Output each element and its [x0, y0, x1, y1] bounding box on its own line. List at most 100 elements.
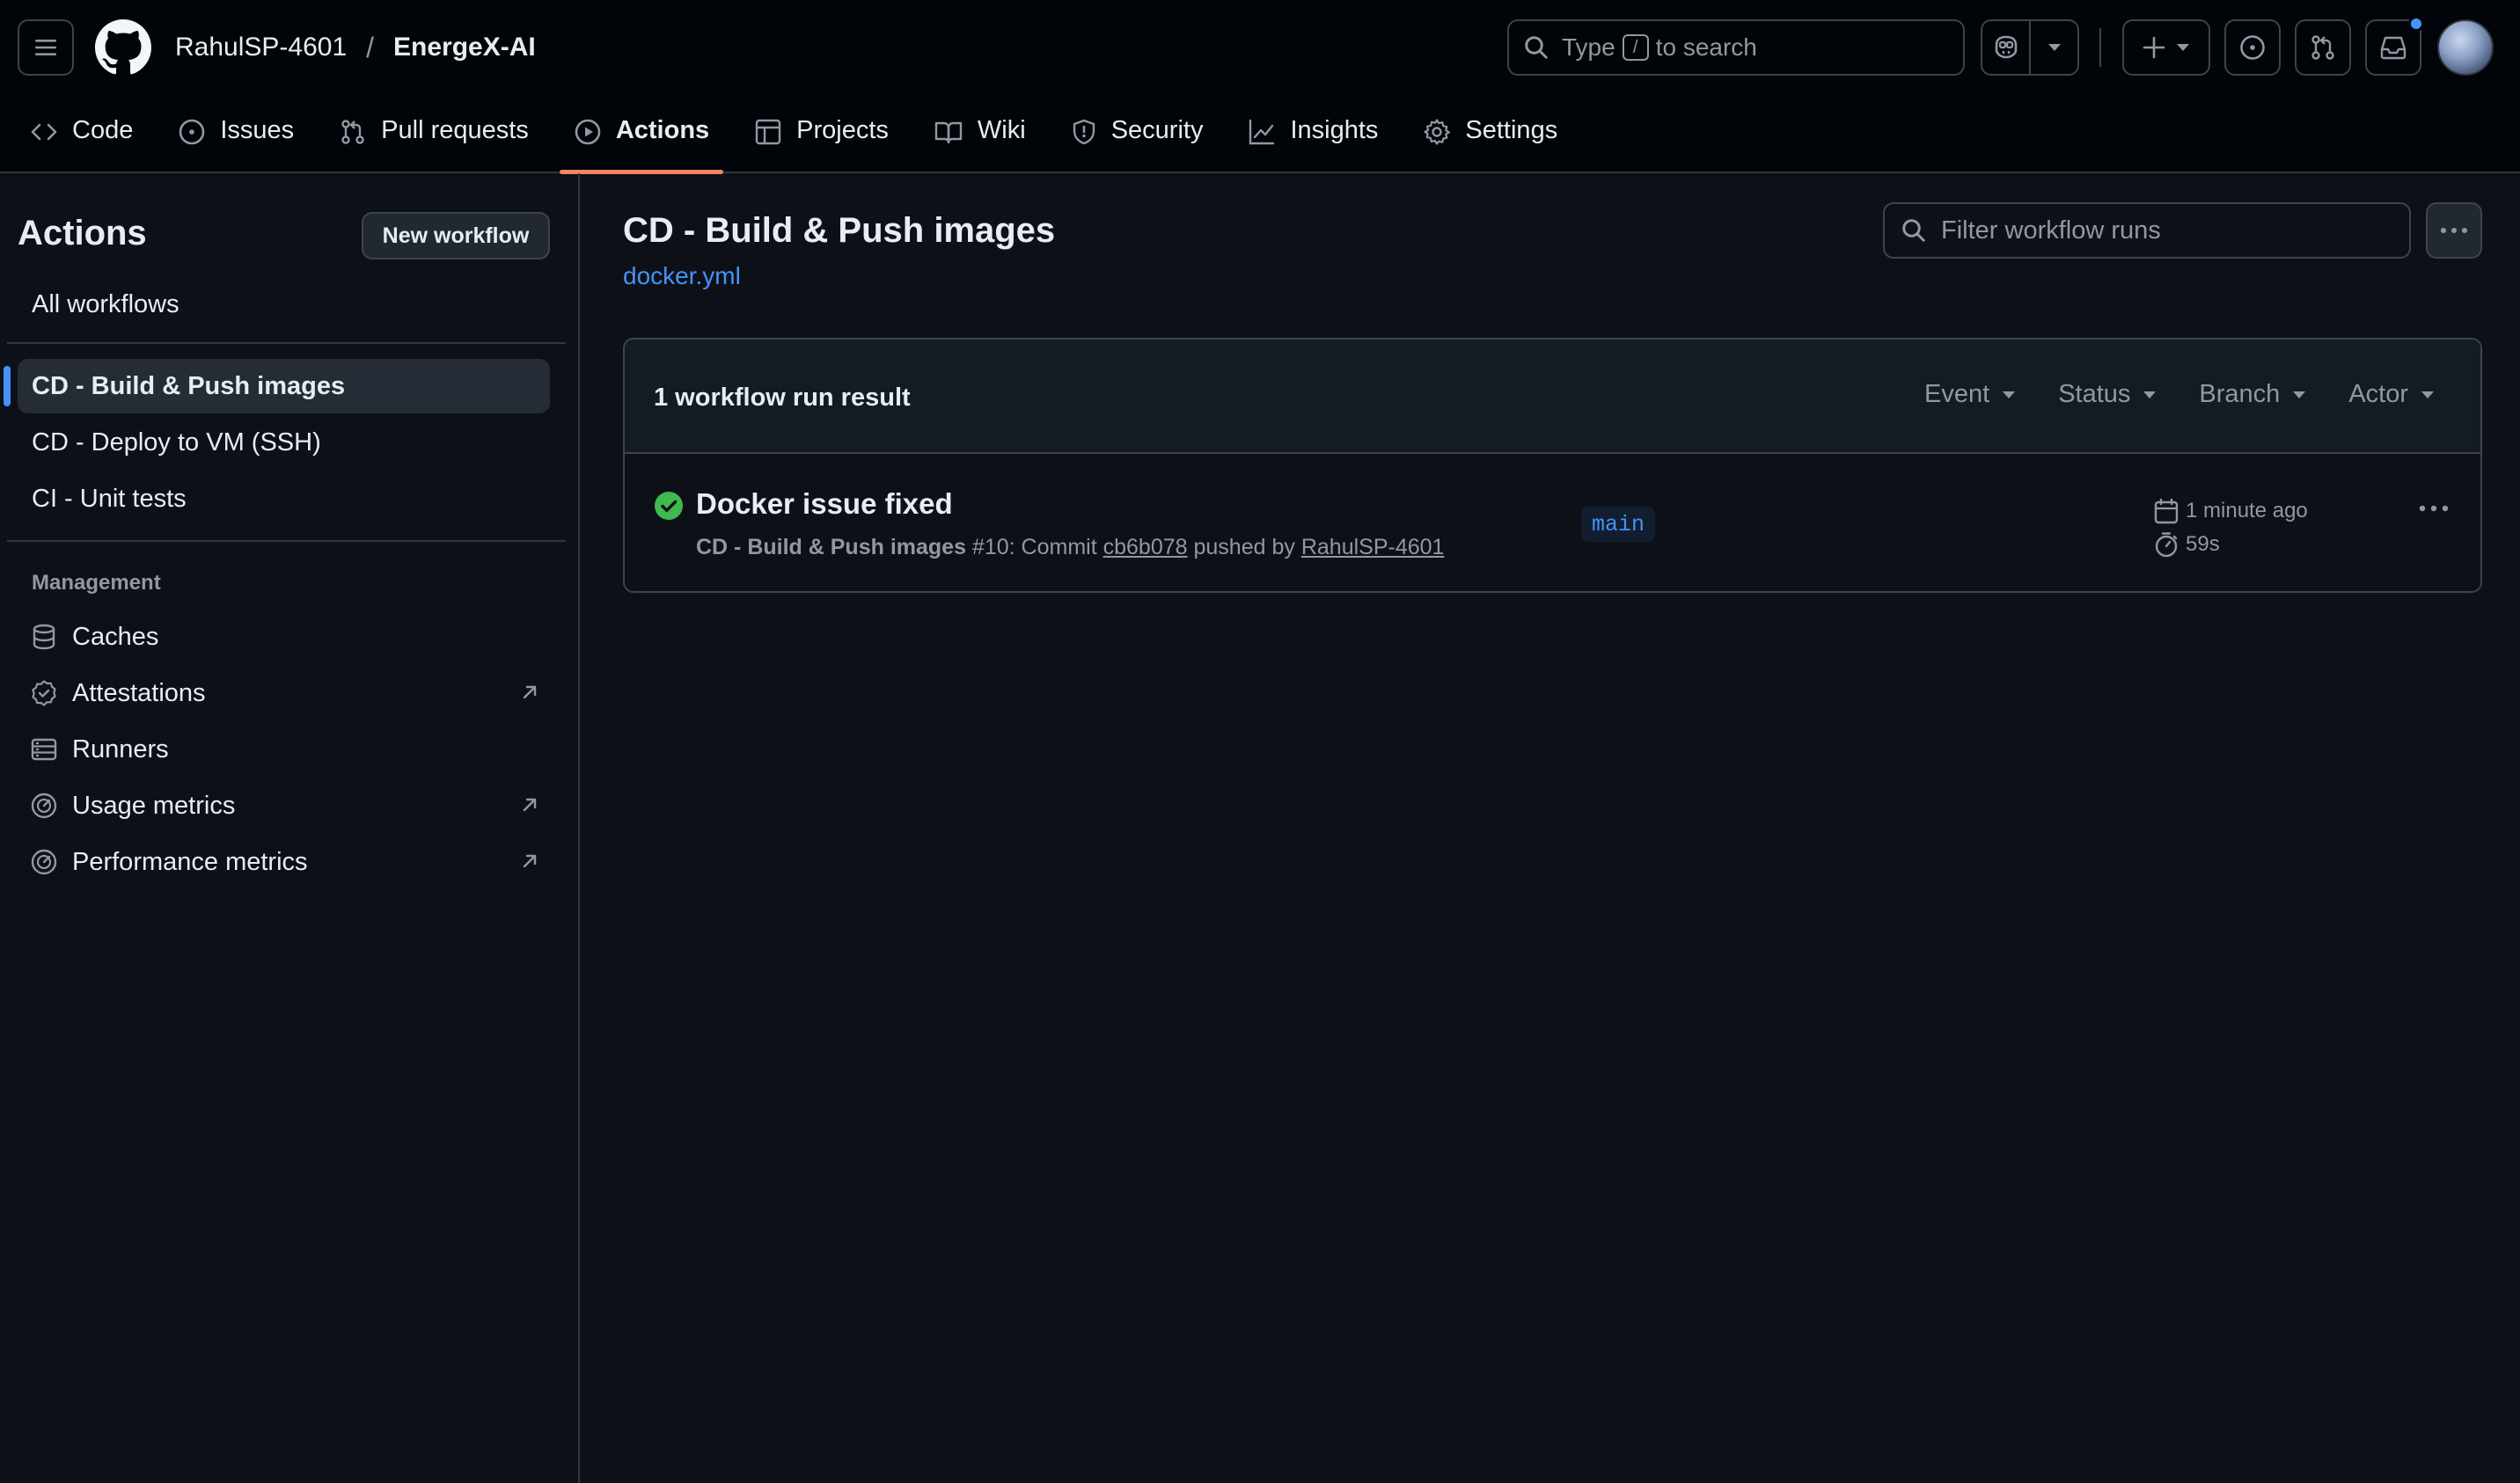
runs-filters: Event Status Branch Actor	[1924, 380, 2435, 409]
tab-settings[interactable]: Settings	[1409, 106, 1571, 173]
search-icon	[1902, 219, 1925, 242]
sidebar-item-attestations[interactable]: Attestations	[18, 667, 550, 720]
triangle-down-icon	[2143, 391, 2157, 398]
sidebar-item-label: Runners	[72, 734, 169, 763]
copilot-button[interactable]	[1982, 21, 2029, 74]
actor-link[interactable]: RahulSP-4601	[1301, 535, 1445, 559]
header-divider	[2099, 28, 2101, 67]
sidebar-item-label: CI - Unit tests	[32, 484, 187, 513]
menu-button[interactable]	[18, 19, 74, 76]
status-filter-dropdown[interactable]: Status	[2058, 380, 2157, 409]
tab-projects[interactable]: Projects	[740, 106, 903, 173]
sidebar-item-label: Performance metrics	[72, 847, 308, 876]
runs-count: 1 workflow run result	[654, 384, 911, 412]
issue-icon	[179, 119, 205, 145]
time-ago-text: 1 minute ago	[2186, 499, 2308, 522]
copilot-dropdown-button[interactable]	[2029, 21, 2077, 74]
sidebar-item-label: Attestations	[72, 678, 206, 707]
search-prefix: Type	[1562, 33, 1615, 61]
run-title-link[interactable]: Docker issue fixed	[696, 487, 953, 521]
management-heading: Management	[32, 571, 161, 595]
workflow-file-link[interactable]: docker.yml	[623, 262, 741, 290]
runs-list-header: 1 workflow run result Event Status Branc…	[625, 340, 2480, 454]
filter-label: Event	[1924, 380, 1990, 408]
pull-requests-shortcut-button[interactable]	[2295, 19, 2351, 76]
owner-link[interactable]: RahulSP-4601	[175, 33, 347, 62]
run-time-ago: 1 minute ago	[2154, 494, 2308, 528]
tab-insights[interactable]: Insights	[1234, 106, 1392, 173]
workflow-run-row[interactable]: Docker issue fixed CD - Build & Push ima…	[625, 454, 2480, 591]
tab-code[interactable]: Code	[16, 106, 147, 173]
search-input[interactable]: Type / to search	[1507, 19, 1965, 76]
sidebar-divider	[7, 342, 566, 344]
sidebar-item-workflow[interactable]: CI - Unit tests	[18, 471, 550, 526]
commit-sha-link[interactable]: cb6b078	[1103, 535, 1188, 559]
repo-header: RahulSP-4601 / EnergeX-AI Type / to sear…	[0, 0, 2520, 174]
sidebar-item-usage-metrics[interactable]: Usage metrics	[18, 779, 550, 832]
tab-issues[interactable]: Issues	[164, 106, 308, 173]
run-timing: 1 minute ago 59s	[2154, 494, 2308, 561]
run-meta: CD - Build & Push images #10: Commit cb6…	[696, 535, 1444, 560]
filter-runs-input[interactable]: Filter workflow runs	[1883, 202, 2411, 259]
issues-shortcut-button[interactable]	[2224, 19, 2281, 76]
kebab-horizontal-icon[interactable]	[2419, 505, 2449, 512]
search-shortcut-key: /	[1622, 34, 1649, 61]
page-title: CD - Build & Push images	[623, 211, 1056, 250]
run-commit-label: : Commit	[1008, 535, 1097, 559]
code-icon	[31, 123, 57, 141]
workflow-options-button[interactable]	[2426, 202, 2482, 259]
triangle-down-icon	[2177, 44, 2189, 51]
sidebar-item-runners[interactable]: Runners	[18, 723, 550, 776]
breadcrumb-separator: /	[366, 31, 375, 63]
tab-pull-requests[interactable]: Pull requests	[325, 106, 543, 173]
event-filter-dropdown[interactable]: Event	[1924, 380, 2016, 409]
branch-filter-dropdown[interactable]: Branch	[2199, 380, 2306, 409]
create-new-button[interactable]	[2122, 19, 2210, 76]
branch-badge[interactable]: main	[1581, 507, 1656, 542]
actor-filter-dropdown[interactable]: Actor	[2348, 380, 2435, 409]
unread-indicator	[2408, 16, 2424, 32]
search-suffix: to search	[1655, 33, 1757, 61]
sidebar-item-all-workflows[interactable]: All workflows	[18, 277, 550, 332]
sidebar-item-label: Usage metrics	[72, 791, 236, 820]
copilot-button-group	[1981, 19, 2079, 76]
tab-security[interactable]: Security	[1057, 106, 1218, 173]
sidebar-item-workflow[interactable]: CD - Deploy to VM (SSH)	[18, 415, 550, 470]
graph-icon	[1249, 119, 1275, 145]
filter-label: Actor	[2348, 380, 2408, 408]
run-pushed-by-label: pushed by	[1193, 535, 1295, 559]
meter-icon	[31, 849, 57, 875]
tab-label: Insights	[1290, 116, 1379, 144]
tab-label: Security	[1110, 116, 1204, 144]
tab-actions[interactable]: Actions	[559, 106, 724, 174]
copilot-icon	[1995, 35, 2017, 59]
server-icon	[31, 738, 57, 761]
filter-placeholder: Filter workflow runs	[1941, 216, 2161, 245]
sidebar-item-performance-metrics[interactable]: Performance metrics	[18, 836, 550, 888]
top-bar: RahulSP-4601 / EnergeX-AI Type / to sear…	[0, 0, 2520, 95]
shield-icon	[1073, 119, 1095, 145]
run-workflow-name: CD - Build & Push images	[696, 535, 966, 559]
tab-label: Pull requests	[381, 116, 529, 144]
sidebar-item-label: CD - Build & Push images	[32, 371, 346, 400]
sidebar-item-workflow[interactable]: CD - Build & Push images	[18, 359, 550, 413]
tab-label: Code	[72, 116, 134, 144]
arrow-up-right-icon	[523, 798, 537, 812]
issue-icon	[2240, 35, 2265, 60]
github-logo-icon[interactable]	[95, 19, 151, 76]
actions-sidebar: Actions New workflow All workflows CD - …	[0, 173, 580, 1483]
tab-label: Actions	[615, 116, 710, 144]
tab-wiki[interactable]: Wiki	[919, 106, 1040, 173]
check-circle-icon	[655, 492, 683, 520]
book-icon	[934, 121, 963, 144]
play-icon	[575, 119, 601, 145]
new-workflow-button[interactable]: New workflow	[362, 212, 550, 259]
sidebar-item-caches[interactable]: Caches	[18, 610, 550, 663]
user-avatar[interactable]	[2437, 19, 2494, 76]
repo-link[interactable]: EnergeX-AI	[393, 33, 536, 62]
sidebar-item-label: Caches	[72, 622, 159, 651]
kebab-horizontal-icon	[2441, 228, 2467, 233]
calendar-icon	[2154, 498, 2179, 524]
tab-label: Issues	[220, 116, 295, 144]
triangle-down-icon	[2293, 391, 2306, 398]
